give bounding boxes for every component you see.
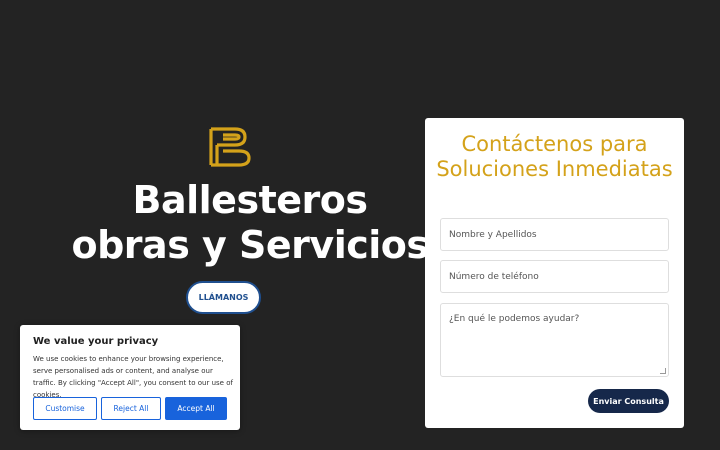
resize-grip-icon[interactable] [660,368,666,374]
cookie-banner-title: We value your privacy [33,336,159,347]
phone-field[interactable]: Número de teléfono [440,260,669,293]
accept-all-button[interactable]: Accept All [165,397,227,420]
submit-button[interactable]: Enviar Consulta [588,389,669,413]
call-us-button[interactable]: LLÁMANOS [186,281,261,314]
customise-button[interactable]: Customise [33,397,97,420]
contact-form-title: Contáctenos para Soluciones Inmediatas [436,132,673,181]
ballesteros-logo [209,127,251,167]
reject-all-button[interactable]: Reject All [101,397,161,420]
phone-field-placeholder: Número de teléfono [449,271,539,282]
page: Ballesteros obras y Servicios LLÁMANOS C… [0,0,720,450]
cookie-banner-text: We use cookies to enhance your browsing … [33,355,233,399]
message-field[interactable]: ¿En qué le podemos ayudar? [440,303,669,377]
name-field-placeholder: Nombre y Apellidos [449,229,537,240]
contact-form-card: Contáctenos para Soluciones Inmediatas N… [425,118,684,428]
cookie-banner: We value your privacy We use cookies to … [20,325,240,430]
message-field-placeholder: ¿En qué le podemos ayudar? [449,314,580,324]
hero-title: Ballesteros obras y Servicios [71,178,430,267]
name-field[interactable]: Nombre y Apellidos [440,218,669,251]
